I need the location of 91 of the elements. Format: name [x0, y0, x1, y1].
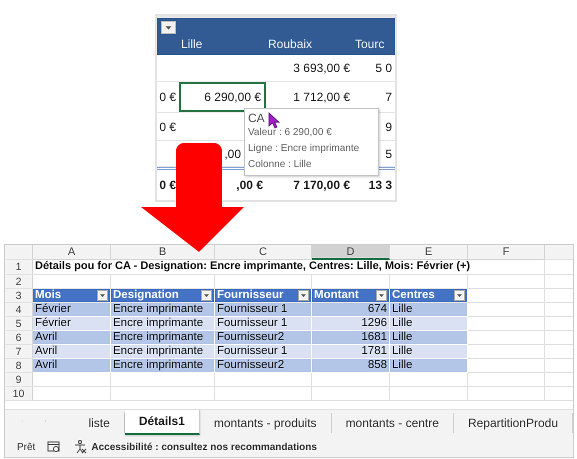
filter-dropdown-icon[interactable] — [201, 290, 212, 301]
table-cell: Lille — [390, 303, 468, 317]
table-header: Fournisseur — [215, 289, 312, 303]
pivot-cell-text: 0 € — [158, 118, 177, 136]
total-cell-text: 13 3 — [368, 177, 393, 194]
empty-cell[interactable] — [111, 387, 215, 401]
empty-cell[interactable] — [111, 373, 215, 387]
tooltip-line: Ligne : Encre imprimante — [248, 142, 360, 156]
column-header[interactable]: D — [312, 245, 390, 260]
filter-dropdown-icon[interactable] — [454, 290, 465, 301]
table-cell: Encre imprimante — [111, 331, 215, 345]
tooltip-title: CA — [248, 111, 265, 125]
empty-cell[interactable] — [468, 275, 545, 289]
table-cell: Encre imprimante — [111, 345, 215, 359]
table-header: Centres — [390, 289, 468, 303]
row-number[interactable]: 6 — [5, 331, 33, 345]
filter-dropdown-icon[interactable] — [161, 21, 176, 34]
empty-cell[interactable] — [468, 373, 545, 387]
table-cell: Encre imprimante — [111, 317, 215, 331]
table-cell: Avril — [33, 345, 111, 359]
table-header: Montant — [312, 289, 390, 303]
table-cell: Lille — [390, 331, 468, 345]
empty-cell[interactable] — [390, 373, 468, 387]
row-number[interactable]: 8 — [5, 359, 33, 373]
row-number[interactable]: 9 — [5, 373, 33, 387]
tooltip-line: Valeur : 6 290,00 € — [248, 126, 332, 140]
accessibility-status[interactable]: Accessibilité : consultez nos recommandations — [91, 442, 317, 452]
sheet-tab[interactable]: montants - centre — [332, 413, 454, 433]
table-cell: 1681 — [312, 331, 390, 345]
column-label: Lille — [180, 36, 204, 53]
total-cell-text: 0 € — [158, 177, 177, 194]
select-all-corner[interactable] — [5, 245, 33, 260]
table-cell: Avril — [33, 359, 111, 373]
table-header: Mois — [33, 289, 111, 303]
empty-cell[interactable] — [468, 387, 545, 401]
table-cell: Encre imprimante — [111, 359, 215, 373]
row-number[interactable]: 10 — [5, 387, 33, 401]
table-cell: Fournisseur2 — [215, 359, 312, 373]
sheet-title: Détails pou for CA - Designation: Encre imprimante, Centres: Lille, Mois: Février (+) — [33, 260, 545, 275]
sheet-tab[interactable]: montants - produits — [200, 413, 332, 433]
column-header[interactable]: F — [468, 245, 545, 260]
column-header[interactable]: E — [390, 245, 468, 260]
table-cell: Février — [33, 317, 111, 331]
table-cell: Lille — [390, 345, 468, 359]
table-cell: Fournisseur 1 — [215, 345, 312, 359]
table-cell: Lille — [390, 359, 468, 373]
tooltip-line: Colonne : Lille — [248, 158, 312, 172]
table-cell: Fournisseur 1 — [215, 317, 312, 331]
row-number[interactable]: 1 — [5, 260, 33, 275]
sheet-tab[interactable]: RepartitionProdu — [454, 413, 573, 433]
filter-dropdown-icon[interactable] — [298, 290, 309, 301]
column-header[interactable]: A — [33, 245, 111, 260]
table-cell: Fournisseur 1 — [215, 303, 312, 317]
pivot-cell-text: 5 0 — [374, 60, 393, 77]
cursor-icon — [268, 112, 281, 129]
pivot-cell-text: 3 693,00 € — [292, 60, 351, 77]
table-cell: Fournisseur2 — [215, 331, 312, 345]
row-number[interactable]: 5 — [5, 317, 33, 331]
pivot-cell-text: 7 — [384, 89, 393, 106]
table-cell: Avril — [33, 331, 111, 345]
pivot-cell-text: 0 € — [158, 89, 177, 106]
column-label: Tourc — [354, 36, 386, 53]
table-cell: 1781 — [312, 345, 390, 359]
empty-cell[interactable] — [312, 373, 390, 387]
table-cell: Février — [33, 303, 111, 317]
row-number[interactable]: 7 — [5, 345, 33, 359]
column-label: Roubaix — [267, 36, 314, 53]
row-number[interactable]: 3 — [5, 289, 33, 303]
macro-recording-icon[interactable] — [47, 441, 62, 453]
pivot-cell-text: 1 712,00 € — [292, 89, 351, 106]
empty-cell[interactable] — [215, 387, 312, 401]
table-header: Designation — [111, 289, 215, 303]
table-cell: 1296 — [312, 317, 390, 331]
row-number[interactable]: 4 — [5, 303, 33, 317]
empty-cell[interactable] — [215, 373, 312, 387]
table-cell: 858 — [312, 359, 390, 373]
filter-dropdown-icon[interactable] — [376, 290, 387, 301]
total-cell-text: ,00 € — [235, 177, 264, 194]
total-cell-text: 7 170,00 € — [292, 177, 351, 194]
accessibility-icon[interactable] — [73, 440, 88, 454]
empty-cell[interactable] — [312, 387, 390, 401]
table-cell: Encre imprimante — [111, 303, 215, 317]
row-number[interactable]: 2 — [5, 275, 33, 289]
pivot-cell-text: 9 — [384, 118, 393, 136]
table-cell: 674 — [312, 303, 390, 317]
status-text: Prêt — [17, 442, 36, 452]
table-cell: Lille — [390, 317, 468, 331]
empty-cell[interactable] — [390, 387, 468, 401]
filter-dropdown-icon[interactable] — [97, 290, 108, 301]
pivot-cell-text: ,00 — [223, 146, 242, 162]
sheet-tab[interactable]: Détails1 — [124, 410, 200, 435]
